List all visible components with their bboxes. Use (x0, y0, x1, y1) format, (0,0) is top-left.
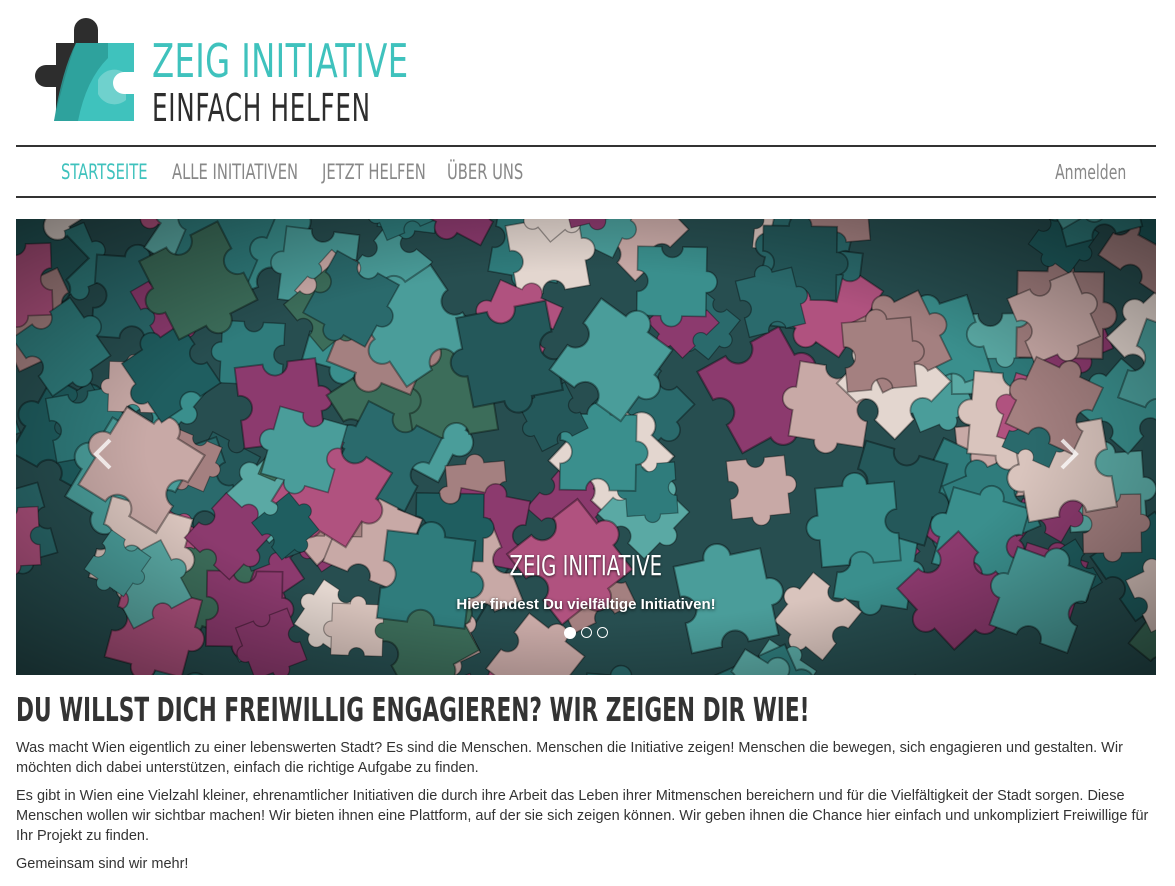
brand-title: ZEIG INITIATIVE (152, 34, 409, 88)
hero-carousel[interactable]: ZEIG INITIATIVE Hier findest Du vielfält… (16, 219, 1156, 675)
main-content: Du willst dich freiwillig engagieren? Wi… (16, 690, 1156, 874)
site-header: ZEIG INITIATIVE EINFACH HELFEN (16, 10, 1156, 130)
login-slot: Anmelden (1035, 147, 1126, 196)
nav-slot-jetzt-helfen: JETZT HELFEN (322, 147, 447, 196)
logo-text[interactable]: ZEIG INITIATIVE EINFACH HELFEN (152, 36, 481, 128)
puzzle-logo-icon[interactable] (16, 10, 136, 125)
intro-paragraph-2: Es gibt in Wien eine Vielzahl kleiner, e… (16, 788, 1149, 844)
nav-slot-alle-initiativen: ALLE INITIATIVEN (172, 147, 322, 196)
carousel-prev-button[interactable] (88, 434, 118, 474)
login-link[interactable]: Anmelden (1055, 160, 1126, 184)
nav-item-ueber-uns[interactable]: ÜBER UNS (447, 160, 523, 184)
nav-list: STARTSEITE ALLE INITIATIVEN JETZT HELFEN… (61, 147, 547, 196)
nav-item-alle-initiativen[interactable]: ALLE INITIATIVEN (172, 160, 298, 184)
carousel-indicator-3[interactable] (597, 627, 608, 638)
carousel-caption-title-text: ZEIG INITIATIVE (509, 549, 663, 582)
main-navbar: STARTSEITE ALLE INITIATIVEN JETZT HELFEN… (16, 145, 1156, 198)
chevron-right-icon (1060, 438, 1079, 470)
brand-subtitle: EINFACH HELFEN (152, 86, 371, 130)
carousel-indicator-1[interactable] (564, 627, 576, 639)
page-headline: Du willst dich freiwillig engagieren? Wi… (16, 690, 810, 729)
intro-paragraph-3: Gemeinsam sind wir mehr! (16, 856, 189, 872)
nav-slot-startseite: STARTSEITE (61, 147, 172, 196)
carousel-next-button[interactable] (1054, 434, 1084, 474)
nav-item-jetzt-helfen[interactable]: JETZT HELFEN (322, 160, 426, 184)
carousel-indicators (16, 627, 1156, 639)
chevron-left-icon (93, 438, 112, 470)
carousel-caption-title: ZEIG INITIATIVE (16, 549, 1156, 582)
intro-paragraph-1: Was macht Wien eigentlich zu einer leben… (16, 740, 1123, 776)
carousel-caption-text: Hier findest Du vielfältige Initiativen! (456, 596, 716, 613)
carousel-indicator-2[interactable] (581, 627, 592, 638)
nav-slot-ueber-uns: ÜBER UNS (447, 147, 547, 196)
nav-item-startseite[interactable]: STARTSEITE (61, 160, 148, 184)
